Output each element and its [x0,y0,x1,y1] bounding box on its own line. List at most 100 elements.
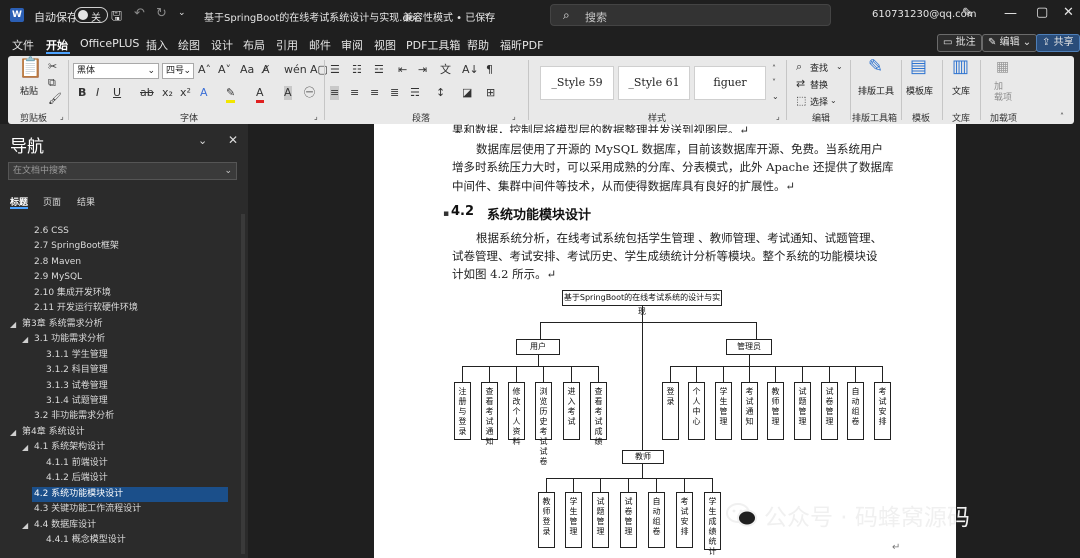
doc-text-line[interactable]: 中间件、集群中间件等技术，从而使得数据库具有良好的扩展性。↵ [452,177,892,195]
multilevel-list-icon[interactable]: ☲ [374,63,384,77]
tab-file[interactable]: 文件 [12,37,34,53]
tab-pdf-toolbox[interactable]: PDF工具箱 [406,37,460,53]
nav-item[interactable]: 4.1.1 前端设计 [0,456,248,471]
select-button[interactable]: 选择 [810,95,828,108]
borders-icon[interactable]: ⊞ [486,86,495,100]
diagram-teacher-child-node[interactable]: 学生成绩统计 [704,492,721,556]
align-left-icon[interactable]: ≡ [330,86,340,100]
template-library-icon[interactable]: ▤ [910,58,927,76]
diagram-root-node[interactable]: 基于SpringBoot的在线考试系统的设计与实现 [562,290,722,316]
format-painter-icon[interactable]: 🖌 [48,92,62,106]
style-59[interactable]: _Style 59 [540,66,614,100]
select-icon[interactable]: ⬚ [796,94,806,108]
diagram-admin-node[interactable]: 管理员 [726,339,772,355]
copy-icon[interactable]: ⧉ [48,76,56,90]
styles-more-icon[interactable]: ⌄ [772,90,779,104]
diagram-user-child-node[interactable]: 浏览历史考试试卷 [535,382,552,466]
nav-item[interactable]: ◢ 第3章 系统需求分析 [0,317,248,332]
cut-icon[interactable]: ✂ [48,60,57,74]
find-button[interactable]: 查找 [810,61,828,74]
share-button[interactable]: ⇪ 共享 [1036,34,1080,52]
collapse-caret-icon[interactable]: ◢ [10,317,16,332]
diagram-user-child-node[interactable]: 查看考试成绩 [590,382,607,446]
nav-item[interactable]: 3.1.4 试题管理 [0,394,248,409]
justify-icon[interactable]: ≣ [390,86,399,100]
diagram-teacher-child-node[interactable]: 试题管理 [592,492,609,548]
nav-item[interactable]: ◢ 3.1 功能需求分析 [0,332,248,347]
diagram-admin-child-node[interactable]: 试卷管理 [821,382,838,440]
doc-text-line[interactable]: 增多时系统压力大时，可以采用成熟的分库、分表模式，此外 Apache 还提供了数… [452,158,893,176]
phonetic-guide-icon[interactable]: wén [284,63,307,77]
doc-text-line[interactable]: 果和数据，控制层将模型层的数据整理并发送到视图层。↵ [452,121,892,133]
diagram-teacher-node[interactable]: 教师 [622,450,664,464]
nav-item[interactable]: ◢ 第4章 系统设计 [0,425,248,440]
style-61[interactable]: _Style 61 [618,66,690,100]
customize-qat-icon[interactable]: ⌄ [178,8,186,18]
tab-mailings[interactable]: 邮件 [309,37,331,53]
tab-foxit-pdf[interactable]: 福昕PDF [500,37,543,53]
diagram-admin-child-node[interactable]: 考试通知 [741,382,758,440]
diagram-user-child-node[interactable]: 注册与登录 [454,382,471,440]
tab-draw[interactable]: 绘图 [178,37,200,53]
enclose-char-icon[interactable]: ㊀ [304,86,315,100]
nav-item[interactable]: 4.3 关键功能工作流程设计 [0,502,248,517]
diagram-admin-child-node[interactable]: 个人中心 [688,382,705,440]
diagram-admin-child-node[interactable]: 考试安排 [874,382,891,440]
typeset-tool-icon[interactable]: ✎ [868,58,883,76]
addin-button[interactable]: 加 载项 [994,82,1012,104]
bullets-icon[interactable]: ☰ [330,63,340,77]
font-launcher-icon[interactable]: ⌟ [314,110,318,124]
char-border-icon[interactable]: A▢ [310,63,328,77]
section-number[interactable]: 4.2 [451,204,474,219]
font-size-select[interactable]: 四号 ⌄ [162,63,194,79]
paste-icon[interactable]: 📋 [18,57,43,77]
diagram-teacher-child-node[interactable]: 自动组卷 [648,492,665,548]
nav-options-icon[interactable]: ⌄ [198,134,207,147]
decrease-indent-icon[interactable]: ⇤ [398,63,407,77]
find-dropdown-icon[interactable]: ⌄ [836,60,843,74]
sort-icon[interactable]: A↓ [462,63,479,77]
nav-item[interactable]: 2.11 开发运行软硬件环境 [0,301,248,316]
addin-icon[interactable]: ▦ [996,60,1009,74]
tab-references[interactable]: 引用 [276,37,298,53]
diagram-admin-child-node[interactable]: 教师管理 [767,382,784,440]
account-name[interactable]: 610731230@qq.com [872,9,977,20]
redo-icon[interactable]: ↻ [156,6,167,21]
nav-item[interactable]: 4.2 系统功能模块设计 [32,486,228,502]
nav-item[interactable]: ◢ 4.1 系统架构设计 [0,440,248,455]
replace-icon[interactable]: ⇄ [796,77,805,91]
section-heading[interactable]: 系统功能模块设计 [487,204,591,223]
shrink-font-icon[interactable]: A˅ [218,63,231,77]
superscript-icon[interactable]: x² [180,86,191,100]
diagram-teacher-child-node[interactable]: 考试安排 [676,492,693,548]
save-icon[interactable]: 🖫 [111,7,122,29]
comment-button[interactable]: ▭ 批注 [937,34,982,52]
nav-search-input[interactable]: 在文档中搜索 ⌄ [8,162,237,180]
bold-icon[interactable]: B [78,86,86,100]
nav-item[interactable]: 3.1.2 科目管理 [0,363,248,378]
tab-help[interactable]: 帮助 [467,37,489,53]
style-figuer[interactable]: figuer [694,66,766,100]
distributed-icon[interactable]: ☴ [410,86,420,100]
undo-icon[interactable]: ↶ [134,6,145,21]
nav-close-icon[interactable]: ✕ [228,133,238,147]
nav-scrollbar[interactable] [241,214,245,554]
font-color-icon[interactable]: A [256,86,264,103]
italic-icon[interactable]: I [96,86,99,100]
clipboard-launcher-icon[interactable]: ⌟ [60,110,64,124]
tab-home[interactable]: 开始 [46,37,68,53]
title-dropdown-icon[interactable]: ⌄ [483,9,491,19]
diagram-admin-child-node[interactable]: 自动组卷 [847,382,864,440]
change-case-icon[interactable]: Aa [240,63,254,77]
strikethrough-icon[interactable]: ab [140,86,154,100]
typeset-tool-button[interactable]: 排版工具 [858,84,894,97]
nav-item[interactable]: 4.4.1 概念模型设计 [0,533,248,548]
clear-format-icon[interactable]: A̸ [262,63,270,77]
subscript-icon[interactable]: x₂ [162,86,173,100]
collapse-caret-icon[interactable]: ◢ [10,425,16,440]
autosave-toggle[interactable]: 关 [74,7,108,24]
diagram-teacher-child-node[interactable]: 试卷管理 [620,492,637,548]
select-dropdown-icon[interactable]: ⌄ [830,94,837,108]
find-icon[interactable]: ⌕ [796,60,802,74]
diagram-user-node[interactable]: 用户 [516,339,560,355]
